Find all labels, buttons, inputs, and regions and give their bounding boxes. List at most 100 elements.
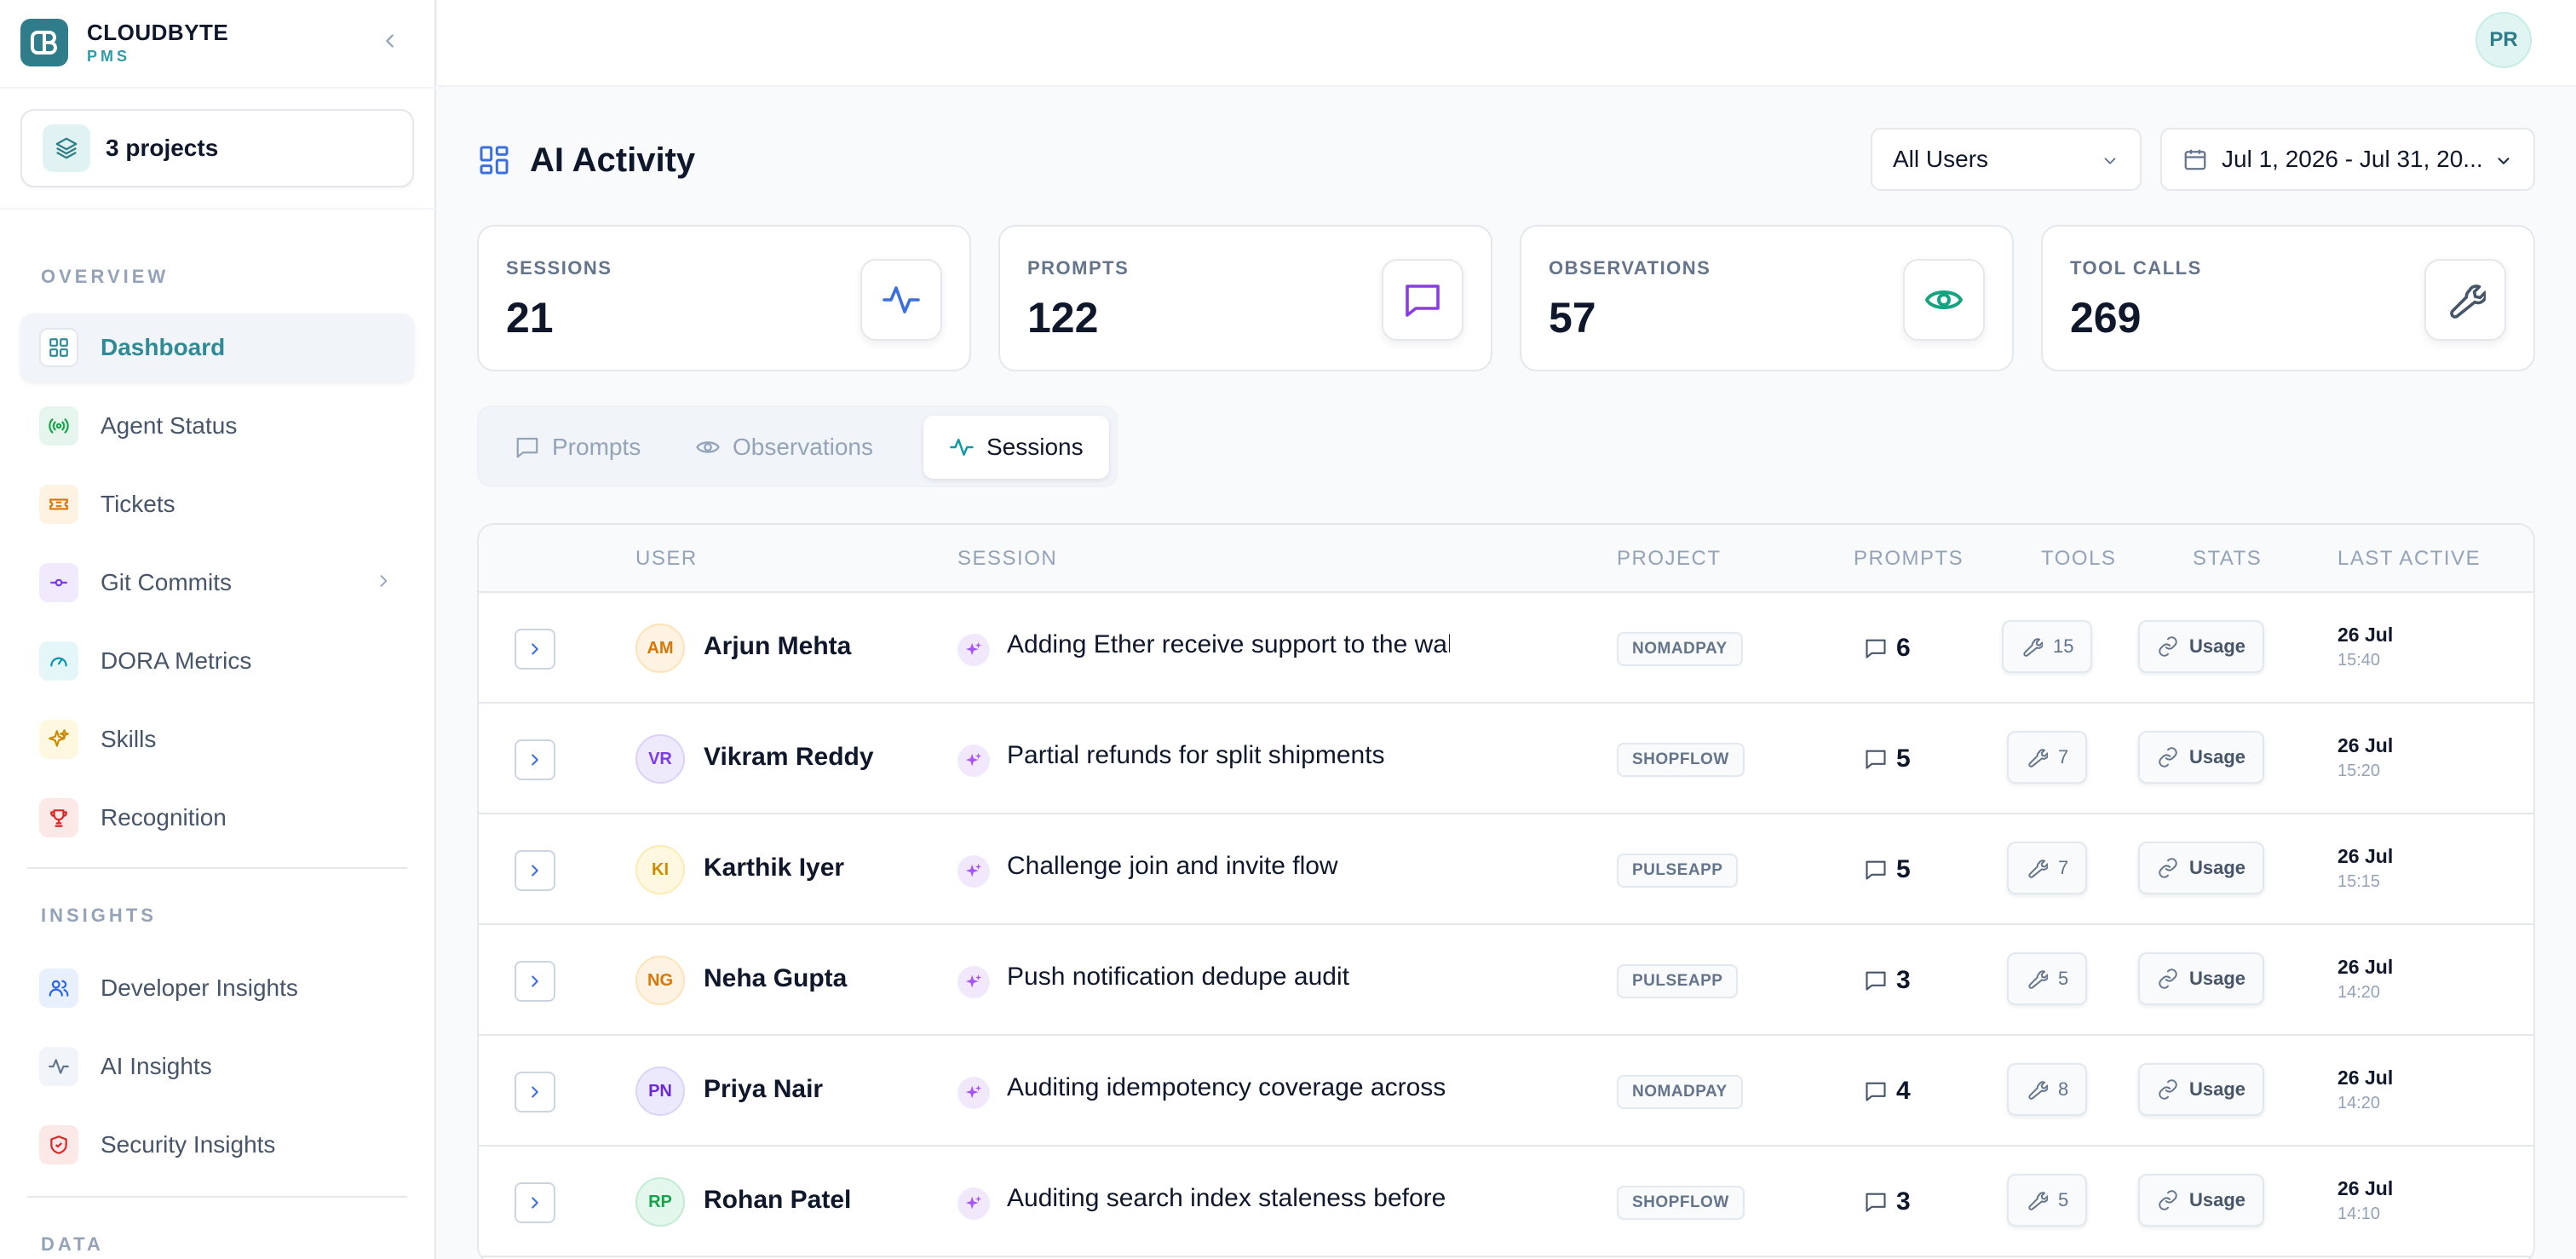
sidebar-item-label: Recognition	[101, 804, 227, 831]
tab-observations[interactable]: Observations	[680, 416, 894, 479]
tools-count: 5	[2058, 1189, 2069, 1210]
message-square-icon	[1866, 860, 1886, 880]
chevron-down-icon	[2498, 158, 2510, 164]
tools-button[interactable]: 7	[2007, 731, 2088, 784]
usage-button[interactable]: Usage	[2138, 620, 2265, 673]
user-avatar: RP	[635, 1177, 685, 1227]
layers-icon	[43, 124, 90, 172]
column-header-user[interactable]: USER	[635, 547, 698, 571]
table-row[interactable]: KI Karthik Iyer Challenge join and invit…	[479, 814, 2533, 925]
expand-row-button[interactable]	[515, 850, 555, 891]
table-row[interactable]: AM Arjun Mehta Adding Ether receive supp…	[479, 593, 2533, 704]
session-title[interactable]: Challenge join and invite flow	[1007, 852, 1450, 881]
tab-prompts[interactable]: Prompts	[499, 416, 670, 479]
activity-icon	[950, 439, 974, 456]
tools-button[interactable]: 7	[2007, 842, 2088, 894]
expand-row-button[interactable]	[515, 739, 555, 780]
sidebar-item-git-commits[interactable]: Git Commits	[20, 549, 414, 617]
last-active-date: 26 Jul	[2337, 956, 2394, 978]
users-filter-select[interactable]: All Users	[1871, 128, 2142, 191]
column-header-stats[interactable]: STATS	[2193, 547, 2262, 571]
tools-button[interactable]: 5	[2007, 952, 2088, 1005]
column-header-prompts[interactable]: PROMPTS	[1854, 547, 1964, 571]
prompts-count-value: 5	[1896, 744, 1911, 773]
wrench-icon	[2028, 859, 2048, 878]
sidebar-item-recognition[interactable]: Recognition	[20, 784, 414, 852]
last-active-date: 26 Jul	[2337, 734, 2394, 756]
usage-button[interactable]: Usage	[2138, 1063, 2265, 1116]
user-avatar[interactable]: PR	[2475, 12, 2532, 68]
projects-label: 3 projects	[106, 135, 219, 161]
expand-row-button[interactable]	[515, 629, 555, 670]
chevron-down-icon	[2104, 158, 2116, 164]
session-title[interactable]: Partial refunds for split shipments	[1007, 741, 1450, 770]
session-title[interactable]: Adding Ether receive support to the wall…	[1007, 630, 1450, 659]
projects-selector[interactable]: 3 projects	[20, 109, 414, 187]
last-active-date: 26 Jul	[2337, 624, 2394, 646]
tools-button[interactable]: 15	[2002, 620, 2093, 673]
sidebar-item-label: Security Insights	[101, 1131, 276, 1158]
column-header-project[interactable]: PROJECT	[1617, 547, 1722, 571]
usage-button[interactable]: Usage	[2138, 952, 2265, 1005]
link-icon	[2159, 969, 2177, 989]
sidebar-item-label: Skills	[101, 726, 157, 752]
sidebar-item-tickets[interactable]: Tickets	[20, 470, 414, 538]
sessions-table: USER SESSION PROJECT PROMPTS TOOLS STATS…	[477, 523, 2535, 1259]
activity-icon	[39, 1047, 78, 1086]
sidebar-item-label: Git Commits	[101, 569, 232, 595]
user-avatar: NG	[635, 956, 685, 1005]
column-header-last-active[interactable]: LAST ACTIVE	[2337, 547, 2481, 571]
sidebar-item-developer-insights[interactable]: Developer Insights	[20, 954, 414, 1022]
section-label-overview: OVERVIEW	[41, 266, 170, 287]
table-row[interactable]: VR Vikram Reddy Partial refunds for spli…	[479, 704, 2533, 814]
session-title[interactable]: Auditing search index staleness before t…	[1007, 1184, 1450, 1213]
expand-row-button[interactable]	[515, 1072, 555, 1112]
sparkle-icon	[957, 634, 990, 666]
tools-button[interactable]: 8	[2007, 1063, 2088, 1116]
usage-label: Usage	[2189, 1189, 2246, 1210]
prompts-count-value: 5	[1896, 855, 1911, 883]
session-title[interactable]: Push notification dedupe audit	[1007, 963, 1450, 992]
table-row[interactable]: NG Neha Gupta Push notification dedupe a…	[479, 925, 2533, 1036]
expand-row-button[interactable]	[515, 961, 555, 1002]
sidebar-item-agent-status[interactable]: Agent Status	[20, 392, 414, 460]
chevron-right-icon	[532, 865, 538, 877]
last-active-time: 14:20	[2337, 983, 2381, 1002]
expand-row-button[interactable]	[515, 1182, 555, 1223]
eye-icon	[1903, 259, 1985, 341]
chevron-right-icon	[532, 1197, 538, 1209]
tools-button[interactable]: 5	[2007, 1174, 2088, 1227]
user-avatar: KI	[635, 845, 685, 894]
user-avatar: VR	[635, 734, 685, 784]
sidebar-item-label: Developer Insights	[101, 974, 298, 1001]
usage-button[interactable]: Usage	[2138, 731, 2265, 784]
tab-sessions[interactable]: Sessions	[923, 416, 1109, 479]
prompts-count: 3	[1864, 1184, 1911, 1220]
brand[interactable]: CLOUDBYTE PMS	[20, 15, 228, 70]
table-row[interactable]: PN Priya Nair Auditing idempotency cover…	[479, 1036, 2533, 1147]
usage-label: Usage	[2189, 635, 2246, 657]
collapse-sidebar-button[interactable]	[373, 24, 407, 58]
shield-icon	[39, 1125, 78, 1164]
sidebar-item-skills[interactable]: Skills	[20, 705, 414, 773]
sidebar-item-dora-metrics[interactable]: DORA Metrics	[20, 627, 414, 695]
usage-button[interactable]: Usage	[2138, 842, 2265, 894]
usage-label: Usage	[2189, 1078, 2246, 1100]
sidebar-item-dashboard[interactable]: Dashboard	[20, 313, 414, 382]
user-avatar: AM	[635, 624, 685, 673]
column-header-tools[interactable]: TOOLS	[2041, 547, 2116, 571]
wrench-icon	[2424, 259, 2506, 341]
sidebar-item-ai-insights[interactable]: AI Insights	[20, 1032, 414, 1101]
chevron-right-icon	[380, 575, 388, 587]
tab-label: Prompts	[552, 434, 641, 460]
prompts-count: 4	[1864, 1073, 1911, 1109]
stat-label: TOOL CALLS	[2070, 257, 2202, 279]
sidebar-item-security-insights[interactable]: Security Insights	[20, 1111, 414, 1179]
column-header-session[interactable]: SESSION	[957, 547, 1057, 571]
date-range-picker[interactable]: Jul 1, 2026 - Jul 31, 20...	[2160, 128, 2535, 191]
sparkle-icon	[957, 855, 990, 888]
session-title[interactable]: Auditing idempotency coverage across th	[1007, 1073, 1450, 1102]
sidebar-item-label: Tickets	[101, 491, 175, 517]
table-row[interactable]: RP Rohan Patel Auditing search index sta…	[479, 1147, 2533, 1257]
usage-button[interactable]: Usage	[2138, 1174, 2265, 1227]
